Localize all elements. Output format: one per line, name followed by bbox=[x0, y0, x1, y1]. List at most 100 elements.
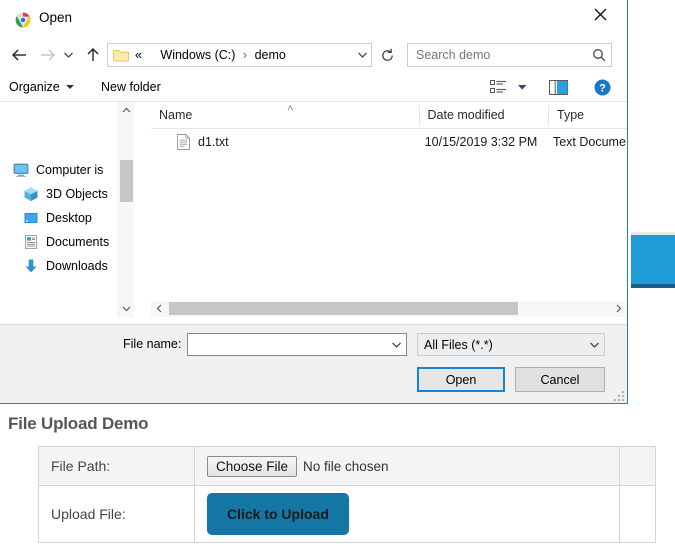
file-upload-demo-section: File Upload Demo File Path: Choose File … bbox=[0, 404, 675, 552]
forward-arrow-icon bbox=[35, 43, 59, 67]
file-name-cell[interactable]: d1.txt bbox=[151, 133, 417, 150]
command-bar-icons: ? bbox=[483, 75, 617, 99]
chevron-right-icon[interactable] bbox=[610, 301, 627, 316]
desktop-icon bbox=[23, 210, 39, 226]
navigation-pane: Computer is 3D Objects Desktop Documents… bbox=[0, 102, 134, 317]
breadcrumb-item-demo[interactable]: demo bbox=[255, 48, 286, 62]
file-list: Name ˄ Date modified Type d1.txt 10/15/2… bbox=[151, 102, 627, 317]
upload-file-field-cell: Click to Upload bbox=[193, 485, 621, 543]
table-row-file-path: File Path: Choose File No file chosen bbox=[38, 446, 656, 486]
file-list-header: Name ˄ Date modified Type bbox=[151, 102, 627, 129]
file-name-label: File name: bbox=[123, 337, 182, 351]
organize-menu-button[interactable]: Organize bbox=[9, 76, 74, 98]
scrollbar-thumb[interactable] bbox=[120, 160, 133, 202]
preview-pane-icon[interactable] bbox=[543, 75, 573, 99]
file-name-combobox[interactable] bbox=[187, 333, 407, 356]
file-path-row-tail bbox=[619, 446, 656, 486]
sort-ascending-icon: ˄ bbox=[287, 103, 294, 115]
column-header-type[interactable]: Type bbox=[549, 105, 627, 125]
view-chevron-down-icon[interactable] bbox=[513, 75, 531, 99]
file-input[interactable]: Choose File No file chosen bbox=[206, 455, 389, 477]
view-list-icon[interactable] bbox=[483, 75, 513, 99]
open-button[interactable]: Open bbox=[417, 367, 505, 392]
upload-file-row-tail bbox=[619, 485, 656, 543]
file-name-input[interactable] bbox=[188, 335, 386, 354]
chevron-down-icon[interactable] bbox=[353, 51, 371, 59]
nav-item-label: Desktop bbox=[46, 211, 92, 225]
click-to-upload-button[interactable]: Click to Upload bbox=[206, 493, 349, 535]
chevron-down-icon bbox=[65, 85, 74, 89]
page-blue-panel-fragment bbox=[631, 232, 675, 288]
help-icon[interactable]: ? bbox=[587, 75, 617, 99]
resize-grip-icon[interactable] bbox=[613, 390, 624, 401]
up-arrow-icon[interactable] bbox=[81, 43, 105, 67]
nav-item-label: Downloads bbox=[46, 259, 108, 273]
chrome-icon bbox=[15, 12, 31, 28]
upload-file-label: Upload File: bbox=[38, 485, 195, 543]
open-file-dialog: Open « Windows (C:) › demo Search demo O… bbox=[0, 0, 628, 404]
3d-objects-icon bbox=[23, 186, 39, 202]
file-type-filter-value: All Files (*.*) bbox=[424, 337, 493, 352]
breadcrumb-separator: › bbox=[242, 48, 248, 62]
search-input[interactable]: Search demo bbox=[407, 43, 612, 67]
chevron-down-icon[interactable] bbox=[386, 341, 406, 349]
text-document-icon bbox=[177, 133, 191, 150]
table-row[interactable]: d1.txt 10/15/2019 3:32 PM Text Docume bbox=[151, 129, 627, 155]
nav-item-downloads[interactable]: Downloads bbox=[0, 254, 119, 278]
search-icon[interactable] bbox=[587, 48, 611, 62]
chevron-up-icon[interactable] bbox=[119, 102, 134, 119]
page-title: File Upload Demo bbox=[8, 414, 149, 433]
dialog-command-bar: Organize New folder ? bbox=[0, 71, 627, 102]
no-file-chosen-text: No file chosen bbox=[303, 458, 389, 474]
nav-item-label: 3D Objects bbox=[46, 187, 108, 201]
new-folder-label: New folder bbox=[101, 80, 161, 94]
file-list-horizontal-scrollbar[interactable] bbox=[151, 301, 627, 317]
navigation-tree: Computer is 3D Objects Desktop Documents… bbox=[0, 158, 119, 278]
column-header-label: Name bbox=[159, 108, 193, 122]
file-type-cell: Text Docume bbox=[552, 135, 626, 149]
column-header-date-modified[interactable]: Date modified bbox=[420, 105, 550, 125]
recent-locations-icon[interactable] bbox=[59, 43, 77, 67]
chevron-down-icon[interactable] bbox=[119, 300, 134, 317]
navigation-pane-scrollbar[interactable] bbox=[118, 102, 134, 317]
choose-file-button[interactable]: Choose File bbox=[206, 455, 298, 477]
breadcrumb-prefix: « bbox=[135, 48, 142, 62]
nav-item-label: Computer is bbox=[36, 163, 104, 177]
search-placeholder: Search demo bbox=[416, 48, 491, 62]
nav-item-label: Documents bbox=[46, 235, 110, 249]
file-path-label: File Path: bbox=[38, 446, 195, 486]
breadcrumb: « Windows (C:) › demo bbox=[135, 48, 353, 62]
file-name-label: d1.txt bbox=[198, 135, 229, 149]
file-type-filter-dropdown[interactable]: All Files (*.*) bbox=[417, 333, 605, 356]
svg-text:?: ? bbox=[599, 82, 606, 94]
breadcrumb-item-drive[interactable]: Windows (C:) bbox=[160, 48, 235, 62]
nav-item-desktop[interactable]: Desktop bbox=[0, 206, 119, 230]
file-path-field-cell: Choose File No file chosen bbox=[193, 446, 621, 486]
nav-item-computer[interactable]: Computer is bbox=[0, 158, 119, 182]
dialog-title: Open bbox=[39, 10, 73, 25]
downloads-icon bbox=[23, 258, 39, 274]
refresh-icon[interactable] bbox=[375, 43, 399, 67]
close-icon[interactable] bbox=[578, 0, 623, 29]
dialog-footer: File name: All Files (*.*) Open Cancel bbox=[0, 324, 627, 403]
documents-icon bbox=[23, 234, 39, 250]
table-row-upload-file: Upload File: Click to Upload bbox=[38, 485, 656, 543]
dialog-navigation-bar: « Windows (C:) › demo Search demo bbox=[0, 39, 627, 71]
chevron-down-icon[interactable] bbox=[584, 341, 604, 349]
dialog-titlebar: Open bbox=[0, 0, 627, 39]
back-arrow-icon[interactable] bbox=[7, 43, 31, 67]
upload-table: File Path: Choose File No file chosen Up… bbox=[38, 446, 656, 543]
nav-item-3d-objects[interactable]: 3D Objects bbox=[0, 182, 119, 206]
organize-label: Organize bbox=[9, 80, 60, 94]
dialog-body: Computer is 3D Objects Desktop Documents… bbox=[0, 102, 627, 317]
column-header-name[interactable]: Name ˄ bbox=[151, 103, 420, 125]
address-bar[interactable]: « Windows (C:) › demo bbox=[107, 43, 372, 67]
new-folder-button[interactable]: New folder bbox=[101, 76, 161, 98]
file-date-modified-cell: 10/15/2019 3:32 PM bbox=[424, 135, 538, 149]
nav-item-documents[interactable]: Documents bbox=[0, 230, 119, 254]
cancel-button[interactable]: Cancel bbox=[515, 367, 605, 392]
chevron-left-icon[interactable] bbox=[151, 301, 168, 316]
scrollbar-thumb[interactable] bbox=[169, 302, 518, 315]
folder-icon bbox=[113, 48, 129, 62]
computer-icon bbox=[13, 162, 29, 178]
